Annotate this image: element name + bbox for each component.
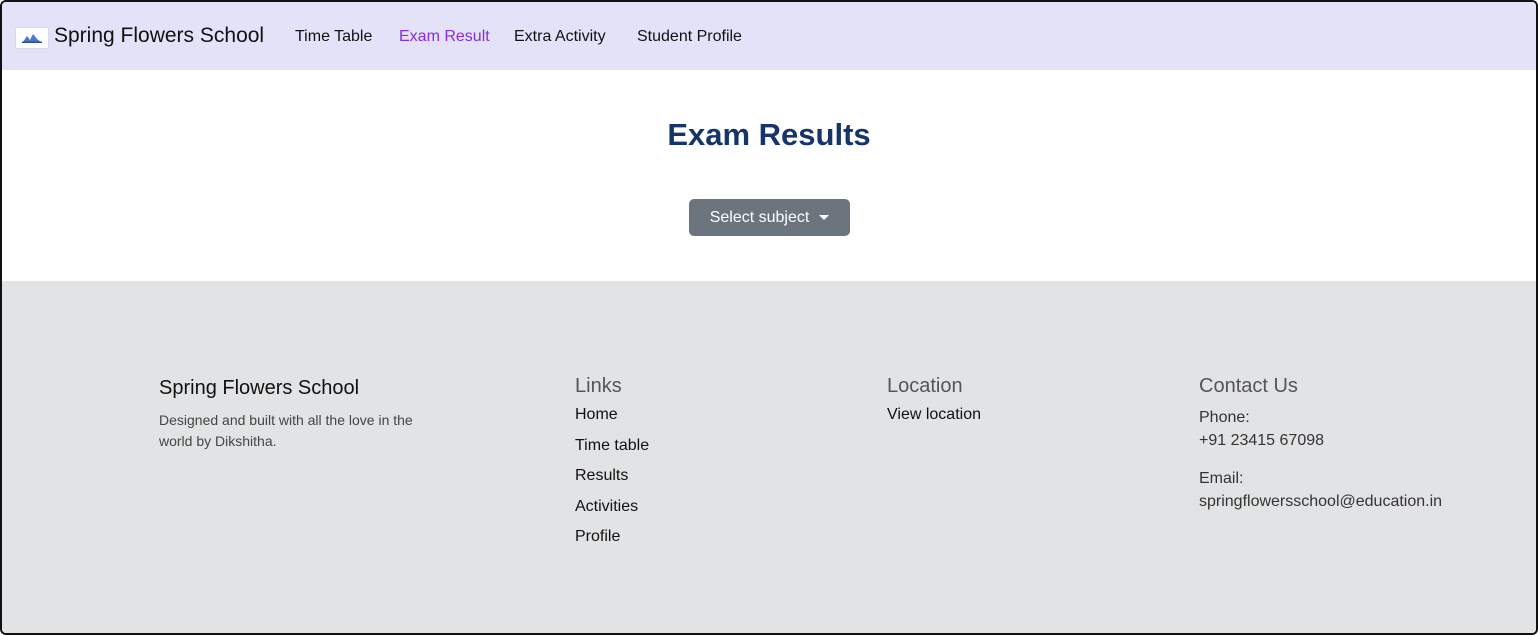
footer-link-home[interactable]: Home: [575, 405, 649, 436]
footer-link-profile[interactable]: Profile: [575, 527, 649, 558]
view-location-link[interactable]: View location: [887, 405, 981, 436]
footer-link-results[interactable]: Results: [575, 466, 649, 497]
footer-description: Designed and built with all the love in …: [159, 412, 413, 449]
page-title: Exam Results: [667, 117, 871, 152]
browser-window: Spring Flowers School Time Table Exam Re…: [0, 0, 1538, 635]
footer-link-time-table[interactable]: Time table: [575, 436, 649, 467]
caret-down-icon: [819, 215, 830, 220]
nav-link-extra-activity[interactable]: Extra Activity: [514, 28, 606, 46]
email-label: Email:: [1199, 470, 1244, 487]
navbar: Spring Flowers School Time Table Exam Re…: [2, 2, 1536, 70]
footer-link-activities[interactable]: Activities: [575, 497, 649, 528]
nav-link-exam-result[interactable]: Exam Result: [399, 28, 490, 46]
nav-link-student-profile[interactable]: Student Profile: [637, 28, 742, 46]
location-heading: Location: [887, 375, 963, 397]
select-subject-label: Select subject: [709, 208, 810, 226]
nav-link-time-table[interactable]: Time Table: [295, 28, 372, 46]
footer: Spring Flowers School Designed and built…: [2, 281, 1536, 633]
brand-name[interactable]: Spring Flowers School: [54, 24, 264, 48]
contact-heading: Contact Us: [1199, 375, 1298, 397]
phone-number: +91 23415 67098: [1199, 432, 1325, 449]
phone-label: Phone:: [1199, 409, 1250, 426]
email-address: springflowersschool@education.in: [1199, 493, 1443, 510]
location-list: View location: [887, 405, 981, 436]
links-heading: Links: [575, 375, 622, 397]
select-subject-dropdown[interactable]: Select subject: [689, 199, 850, 236]
school-logo-icon[interactable]: [15, 27, 49, 49]
footer-brand: Spring Flowers School: [159, 377, 360, 399]
footer-links-list: Home Time table Results Activities Profi…: [575, 405, 649, 558]
